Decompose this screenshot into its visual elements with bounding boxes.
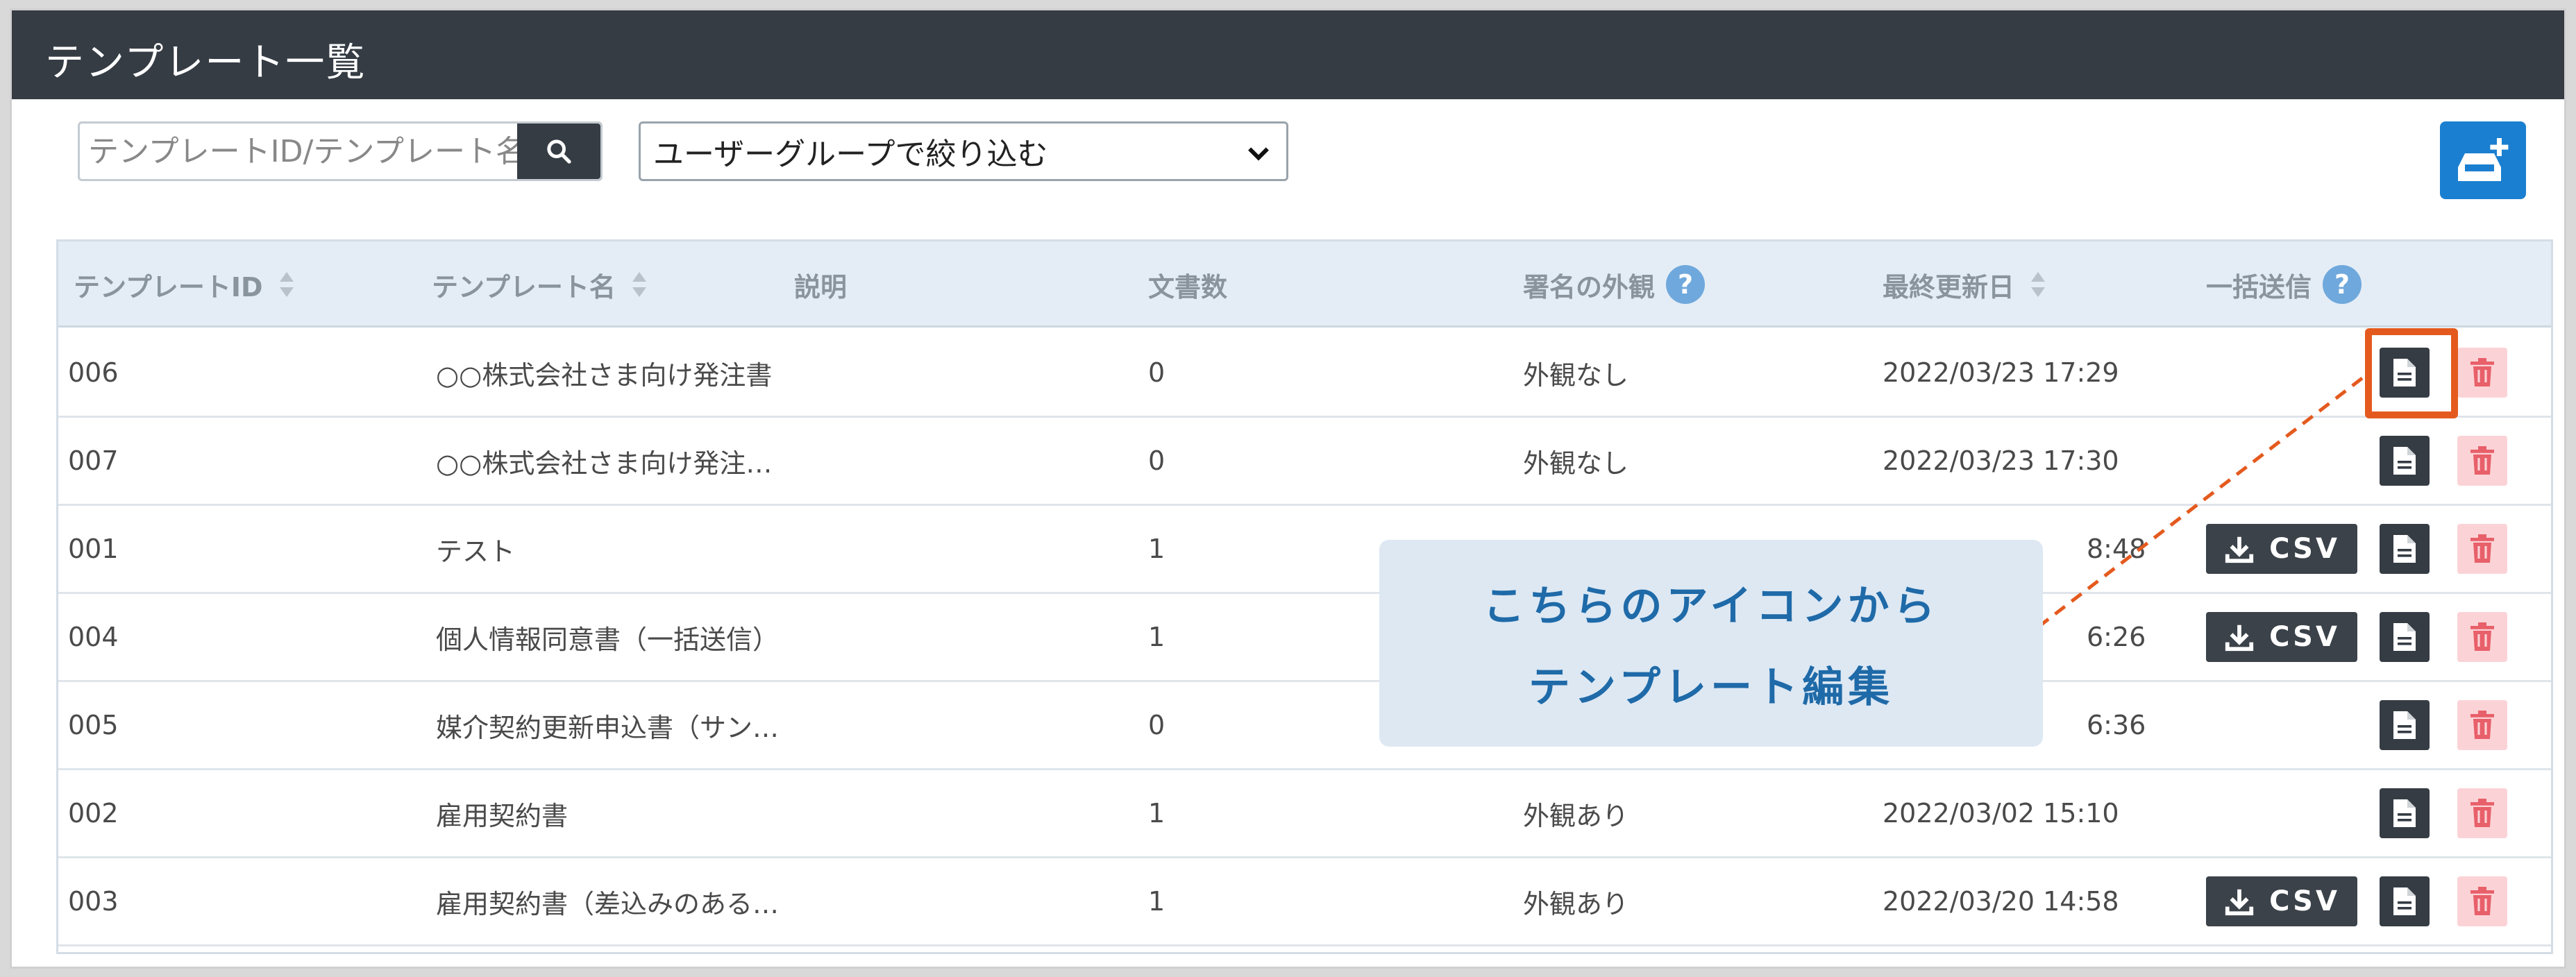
callout-line-1: こちらのアイコンから xyxy=(1483,582,1939,631)
callout-line-2: テンプレート編集 xyxy=(1528,663,1894,712)
app-frame: テンプレート一覧 ユーザーグループで絞り込む テンプレートID xyxy=(10,8,2566,969)
callout-leader-line xyxy=(2037,377,2364,628)
callout-box: こちらのアイコンから テンプレート編集 xyxy=(1379,540,2043,747)
